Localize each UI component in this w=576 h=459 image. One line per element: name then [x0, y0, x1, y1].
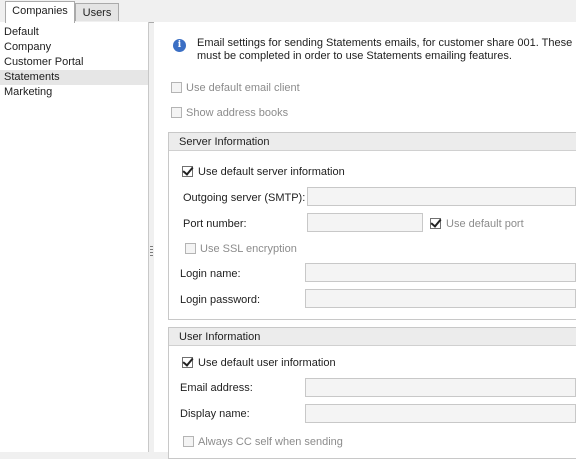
use-ssl-checkbox[interactable]	[185, 243, 196, 254]
info-icon: i	[173, 39, 186, 52]
user-information-header: User Information	[169, 328, 576, 346]
show-address-books-label: Show address books	[186, 107, 289, 119]
always-cc-self-label: Always CC self when sending	[198, 436, 343, 448]
login-name-label: Login name:	[180, 268, 241, 280]
display-name-label: Display name:	[180, 408, 250, 420]
sidebar-item-customer-portal[interactable]: Customer Portal	[4, 55, 144, 70]
server-information-header: Server Information	[169, 133, 576, 151]
email-address-input[interactable]	[305, 378, 576, 397]
sidebar-item-default[interactable]: Default	[4, 25, 144, 40]
use-default-user-checkbox[interactable]	[182, 357, 193, 368]
sidebar-item-statements[interactable]: Statements	[0, 70, 148, 85]
smtp-server-input[interactable]	[307, 187, 576, 206]
splitter-handle[interactable]	[150, 246, 153, 256]
always-cc-self-checkbox[interactable]	[183, 436, 194, 447]
tab-companies[interactable]: Companies	[5, 1, 75, 23]
use-default-server-label: Use default server information	[198, 166, 345, 178]
display-name-input[interactable]	[305, 404, 576, 423]
login-password-input[interactable]	[305, 289, 576, 308]
use-default-port-label: Use default port	[446, 218, 524, 230]
use-ssl-label: Use SSL encryption	[200, 243, 297, 255]
sidebar-item-marketing[interactable]: Marketing	[4, 85, 144, 100]
use-default-email-client-checkbox[interactable]	[171, 82, 182, 93]
use-default-email-client-label: Use default email client	[186, 82, 300, 94]
tab-users[interactable]: Users	[75, 3, 119, 21]
show-address-books-checkbox[interactable]	[171, 107, 182, 118]
use-default-port-checkbox[interactable]	[430, 218, 441, 229]
email-address-label: Email address:	[180, 382, 253, 394]
smtp-label: Outgoing server (SMTP):	[183, 192, 306, 204]
port-number-input[interactable]	[307, 213, 423, 232]
port-number-label: Port number:	[183, 218, 247, 230]
login-name-input[interactable]	[305, 263, 576, 282]
use-default-user-label: Use default user information	[198, 357, 336, 369]
use-default-server-checkbox[interactable]	[182, 166, 193, 177]
info-text-line1: Email settings for sending Statements em…	[197, 37, 573, 49]
sidebar-item-company[interactable]: Company	[4, 40, 144, 55]
login-password-label: Login password:	[180, 294, 261, 306]
info-text-line2: must be completed in order to use Statem…	[197, 50, 512, 62]
